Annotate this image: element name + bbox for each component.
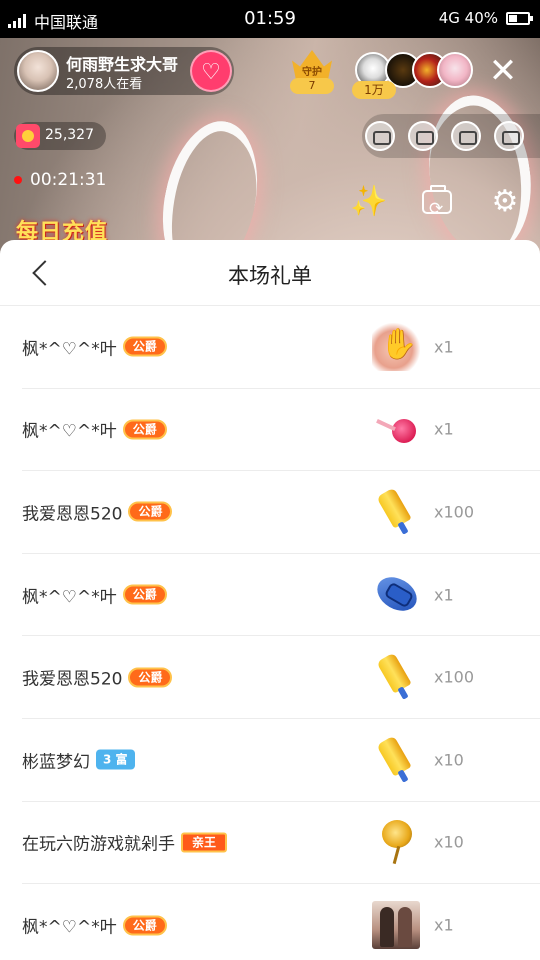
popsicle-icon xyxy=(372,736,420,784)
guard-count: 7 xyxy=(290,78,334,94)
host-avatar[interactable] xyxy=(17,50,59,92)
sofa-seat-icon[interactable] xyxy=(494,121,524,151)
guest-seat-row xyxy=(362,114,540,158)
gift-sender: 我爱恩恩520 公爵 xyxy=(22,665,173,690)
rank-badge: 公爵 xyxy=(128,667,173,688)
gift-row[interactable]: 枫*^♡^*叶公爵 x1 xyxy=(22,306,540,389)
golden-rose-icon xyxy=(372,818,420,866)
sender-name: 枫*^♡^*叶 xyxy=(22,421,117,442)
gift-row[interactable]: 枫*^♡^*叶公爵 x1 xyxy=(22,389,540,472)
sender-name: 枫*^♡^*叶 xyxy=(22,587,117,608)
status-bar: 中国联通 01:59 4G 40% xyxy=(0,0,540,38)
follow-heart-button[interactable]: ♡ xyxy=(190,50,232,92)
sheet-header: 本场礼单 xyxy=(0,240,540,306)
gift-list-sheet: 本场礼单 枫*^♡^*叶公爵x1枫*^♡^*叶公爵x1我爱恩恩520公爵x100… xyxy=(0,240,540,960)
gift-sender: 枫*^♡^*叶 公爵 xyxy=(22,417,167,442)
popsicle-icon xyxy=(372,488,420,536)
close-icon[interactable]: ✕ xyxy=(486,54,520,89)
lollipop-icon xyxy=(372,405,420,453)
couple-photo-icon xyxy=(372,901,420,950)
gift-sender: 在玩六防游戏就剁手 亲王 xyxy=(22,830,228,855)
gift-sender: 我爱恩恩520 公爵 xyxy=(22,499,173,525)
gear-icon[interactable]: ⚙ xyxy=(485,182,525,222)
gift-row[interactable]: 我爱恩恩520 公爵 x100 xyxy=(22,636,540,719)
guard-badge[interactable]: 守护 7 xyxy=(288,50,336,94)
popsicle-icon xyxy=(372,653,420,701)
rank-badge: 公爵 xyxy=(122,419,167,440)
gift-row[interactable]: 在玩六防游戏就剁手 亲王 x10 xyxy=(22,802,540,885)
gift-sender: 枫*^♡^*叶 公爵 xyxy=(22,913,167,938)
gift-row[interactable]: 枫*^♡^*叶公爵 x1 xyxy=(22,884,540,960)
coin-icon xyxy=(16,124,40,148)
recording-dot-icon xyxy=(14,176,22,184)
host-name: 何雨野生求大哥 xyxy=(66,55,179,74)
gift-quantity: x10 xyxy=(434,832,464,852)
gift-quantity: x100 xyxy=(434,502,475,522)
sender-name: 我爱恩恩520 xyxy=(22,669,123,690)
gift-quantity: x1 xyxy=(434,419,454,439)
sofa-seat-icon[interactable] xyxy=(451,121,481,151)
gift-row[interactable]: 彬蓝梦幻 3 富 x10 xyxy=(22,719,540,802)
gift-quantity: x1 xyxy=(434,585,454,605)
live-stream-background: 何雨野生求大哥 2,078人在看 ♡ 守护 7 1万 ✕ 25,327 00:2… xyxy=(0,0,540,270)
rank-badge: 公爵 xyxy=(122,336,167,357)
slipper-icon xyxy=(372,571,420,619)
viewer-count: 2,078人在看 xyxy=(66,77,143,92)
gift-sender: 彬蓝梦幻 3 富 xyxy=(22,747,135,772)
rank-badge: 公爵 xyxy=(122,584,167,605)
rank-badge: 3 富 xyxy=(96,749,135,770)
elapsed-time-text: 00:21:31 xyxy=(30,170,107,190)
gift-quantity: x100 xyxy=(434,667,475,687)
camera-flip-icon[interactable] xyxy=(417,182,457,229)
live-elapsed-time: 00:21:31 xyxy=(14,170,106,190)
gift-quantity: x1 xyxy=(434,337,454,357)
coin-value: 25,327 xyxy=(45,127,94,143)
gift-quantity: x10 xyxy=(434,750,464,770)
sofa-seat-icon[interactable] xyxy=(365,121,395,151)
sender-name: 枫*^♡^*叶 xyxy=(22,917,117,938)
gift-sender: 枫*^♡^*叶 公爵 xyxy=(22,334,167,359)
rank-badge: 亲王 xyxy=(181,832,228,853)
guard-label: 守护 xyxy=(302,67,322,78)
sender-name: 彬蓝梦幻 xyxy=(22,752,90,773)
rank-badge: 公爵 xyxy=(122,915,167,936)
hands-icon xyxy=(372,322,420,371)
gift-row[interactable]: 枫*^♡^*叶公爵 x1 xyxy=(22,554,540,637)
rank-badge: 公爵 xyxy=(128,501,173,522)
sofa-seat-icon[interactable] xyxy=(408,121,438,151)
gift-list: 枫*^♡^*叶公爵x1枫*^♡^*叶公爵x1我爱恩恩520公爵x100枫*^♡^… xyxy=(0,306,540,960)
coin-counter[interactable]: 25,327 xyxy=(14,122,106,150)
gift-row[interactable]: 我爱恩恩520 公爵 x100 xyxy=(22,471,540,554)
sender-name: 在玩六防游戏就剁手 xyxy=(22,834,175,855)
top-fan-avatar[interactable] xyxy=(437,52,473,88)
gift-sender: 枫*^♡^*叶 公爵 xyxy=(22,582,167,607)
battery-text: 4G 40% xyxy=(438,9,498,27)
sender-name: 枫*^♡^*叶 xyxy=(22,339,117,360)
gift-quantity: x1 xyxy=(434,915,454,935)
sheet-title: 本场礼单 xyxy=(228,264,312,288)
sender-name: 我爱恩恩520 xyxy=(22,504,123,525)
battery-icon xyxy=(506,11,533,25)
magic-wand-icon[interactable]: ✨ xyxy=(349,182,389,222)
top-fan-tag: 1万 xyxy=(352,81,396,99)
